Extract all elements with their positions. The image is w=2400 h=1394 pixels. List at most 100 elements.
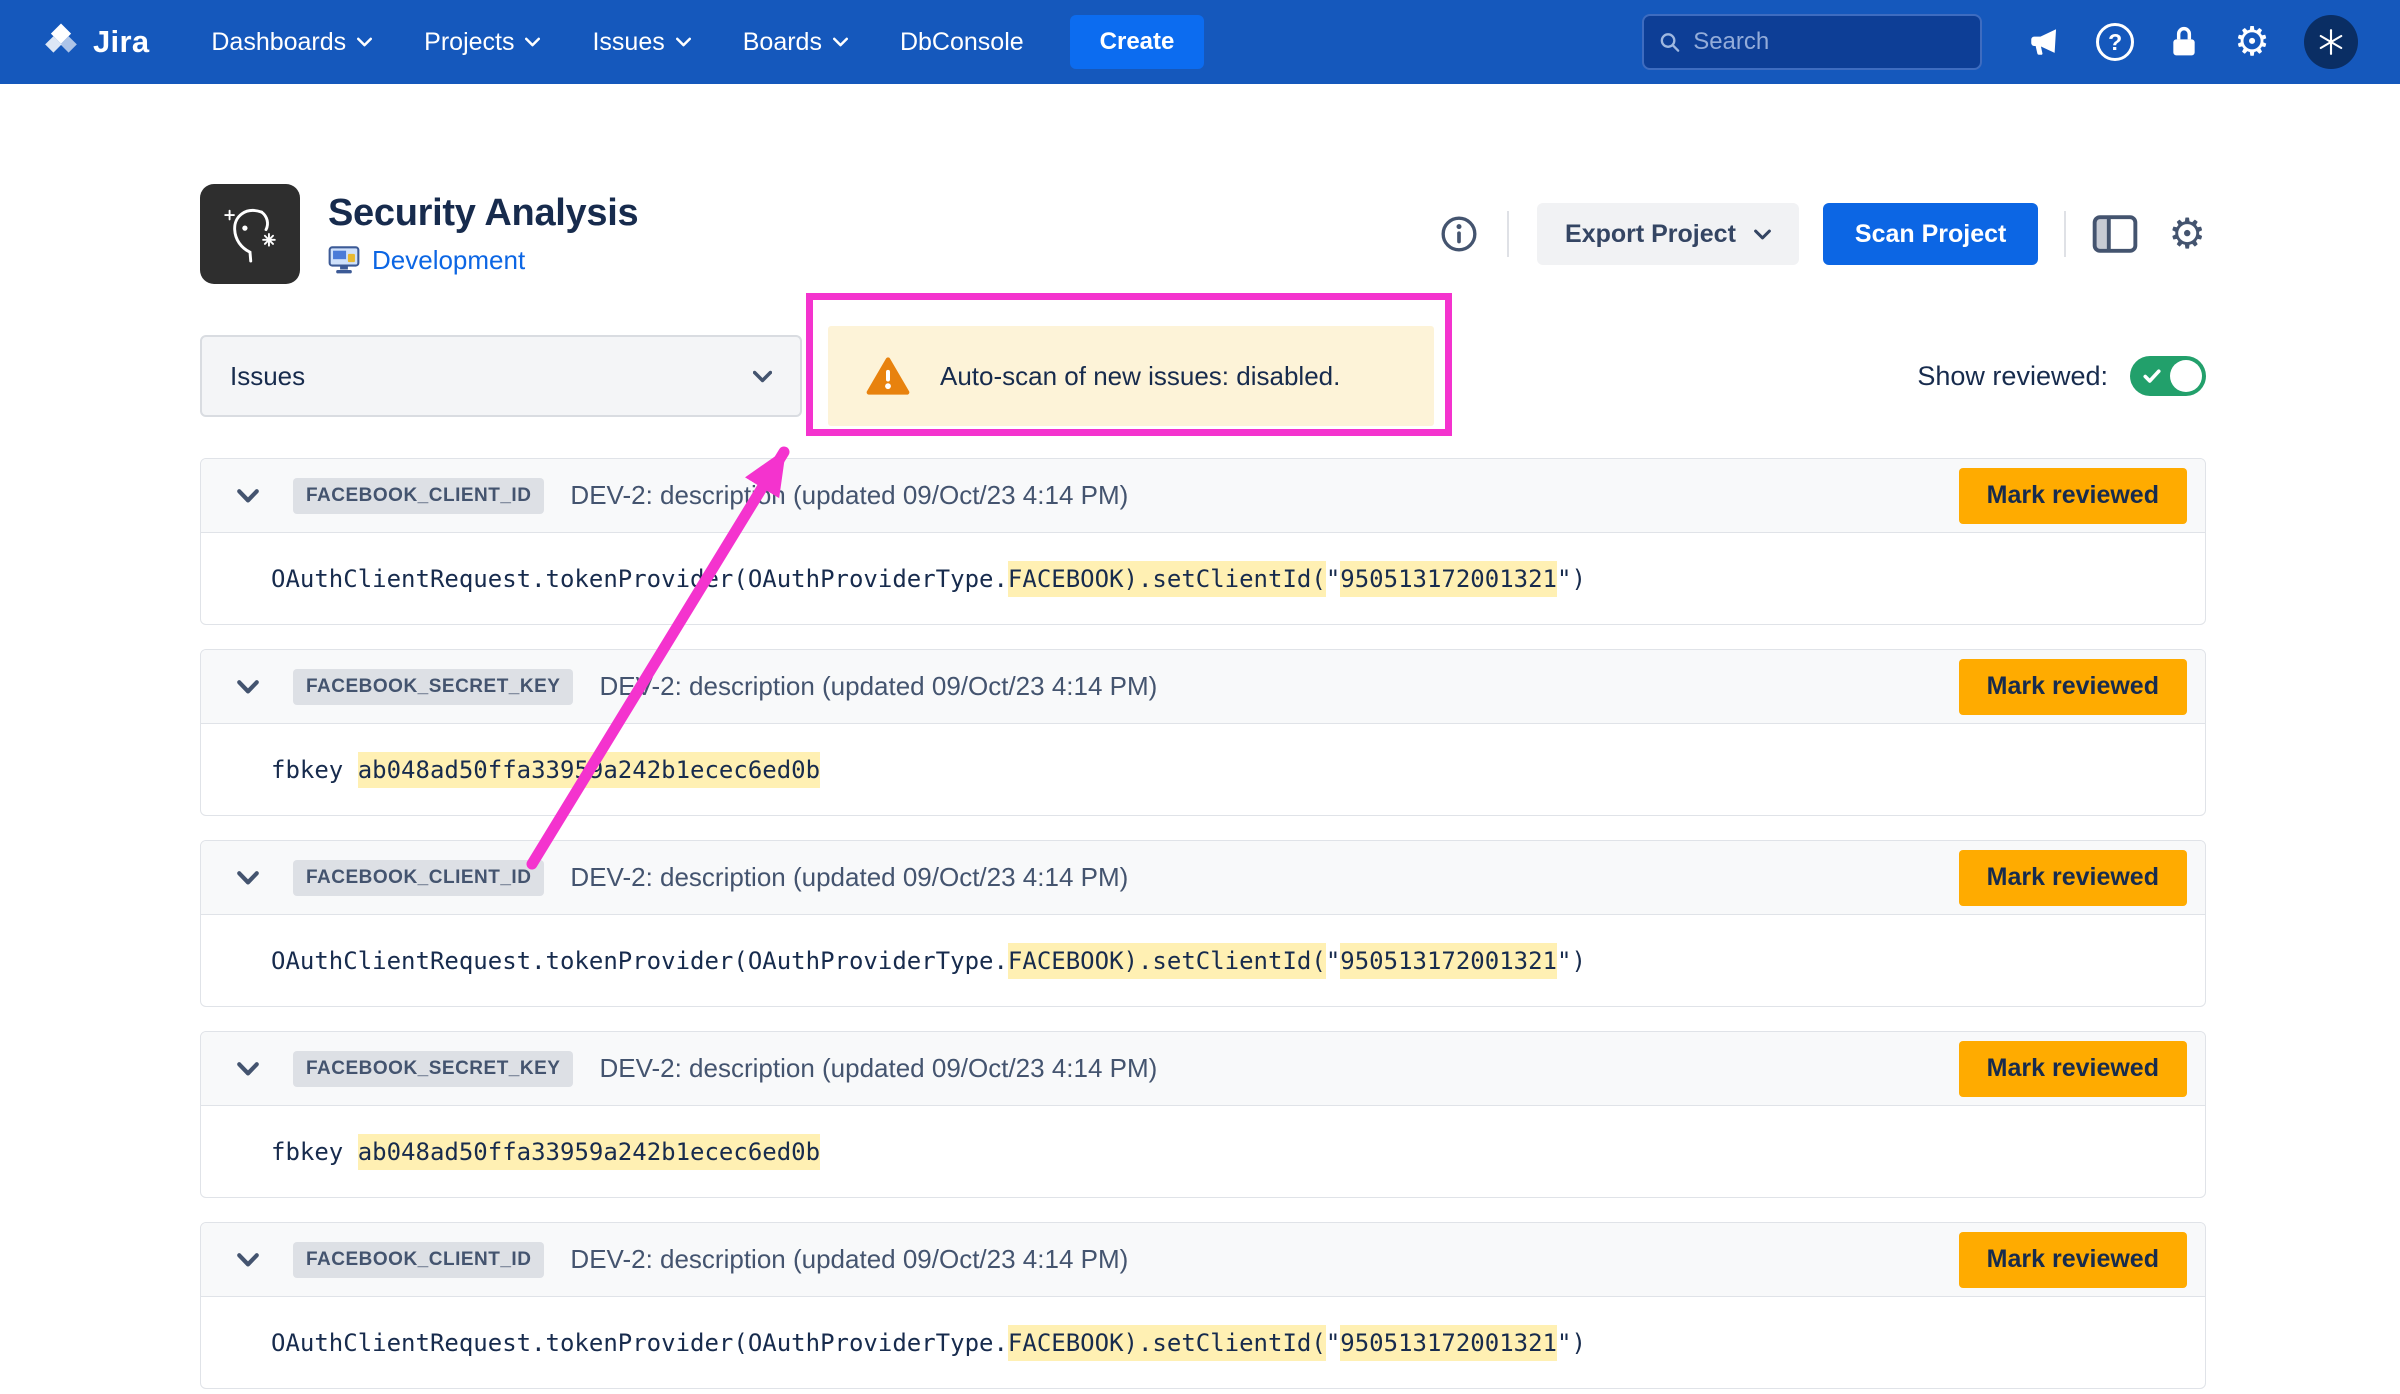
mark-reviewed-button[interactable]: Mark reviewed <box>1959 468 2187 524</box>
issue-title: DEV-2: description (updated 09/Oct/23 4:… <box>570 480 1128 511</box>
chevron-down-icon <box>525 37 540 47</box>
chevron-down-icon <box>833 37 848 47</box>
issue-group: FACEBOOK_SECRET_KEY DEV-2: description (… <box>200 1031 2206 1198</box>
issue-code: OAuthClientRequest.tokenProvider(OAuthPr… <box>271 947 1586 975</box>
project-link[interactable]: Development <box>372 245 525 276</box>
issue-code: OAuthClientRequest.tokenProvider(OAuthPr… <box>271 1329 1586 1357</box>
jira-logo-icon <box>42 21 80 64</box>
nav-item-boards[interactable]: Boards <box>743 28 848 57</box>
code-text: fbkey <box>271 756 358 784</box>
megaphone-icon <box>2026 25 2062 59</box>
divider <box>2064 211 2066 257</box>
user-avatar[interactable] <box>2304 15 2358 69</box>
issue-code: OAuthClientRequest.tokenProvider(OAuthPr… <box>271 565 1586 593</box>
security-lock-button[interactable] <box>2168 24 2200 60</box>
export-project-button[interactable]: Export Project <box>1537 203 1799 265</box>
gear-icon: ⚙ <box>2234 22 2270 62</box>
divider <box>1507 211 1509 257</box>
create-button[interactable]: Create <box>1070 15 1205 69</box>
show-reviewed-control: Show reviewed: <box>1917 356 2206 396</box>
code-highlight: FACEBOOK).setClientId( <box>1008 561 1326 597</box>
collapse-issue-button[interactable] <box>237 871 259 885</box>
issue-group: FACEBOOK_CLIENT_ID DEV-2: description (u… <box>200 458 2206 625</box>
code-highlight: FACEBOOK).setClientId( <box>1008 943 1326 979</box>
nav-item-projects[interactable]: Projects <box>424 28 540 57</box>
settings-button[interactable]: ⚙ <box>2234 22 2270 62</box>
project-header: Security Analysis Development Export Pro… <box>200 184 2206 284</box>
chevron-down-icon <box>237 871 259 885</box>
collapse-issue-button[interactable] <box>237 1253 259 1267</box>
chevron-down-icon <box>237 1062 259 1076</box>
nav-item-label: Issues <box>592 28 664 57</box>
code-highlight: ab048ad50ffa33959a242b1ecec6ed0b <box>358 752 820 788</box>
code-text: OAuthClientRequest.tokenProvider(OAuthPr… <box>271 1329 1008 1357</box>
issue-header: FACEBOOK_CLIENT_ID DEV-2: description (u… <box>201 1223 2205 1297</box>
nav-item-label: DbConsole <box>900 28 1024 57</box>
issues-filter-value: Issues <box>230 361 305 392</box>
issue-badge: FACEBOOK_CLIENT_ID <box>293 1242 544 1278</box>
show-reviewed-label: Show reviewed: <box>1917 361 2108 392</box>
issue-group: FACEBOOK_CLIENT_ID DEV-2: description (u… <box>200 1222 2206 1389</box>
jira-logo[interactable]: Jira <box>42 21 149 64</box>
show-reviewed-toggle[interactable] <box>2130 356 2206 396</box>
help-button[interactable]: ? <box>2096 23 2134 61</box>
mark-reviewed-button[interactable]: Mark reviewed <box>1959 659 2187 715</box>
lock-icon <box>2168 24 2200 60</box>
code-highlight: 950513172001321 <box>1340 561 1557 597</box>
scan-project-button[interactable]: Scan Project <box>1823 203 2038 265</box>
filter-row: Issues Auto-scan of new issues: disabled… <box>200 326 2206 426</box>
details-panel-button[interactable] <box>2092 214 2138 254</box>
issue-code: fbkey ab048ad50ffa33959a242b1ecec6ed0b <box>271 1138 820 1166</box>
info-icon <box>1439 214 1479 254</box>
issue-title: DEV-2: description (updated 09/Oct/23 4:… <box>599 671 1157 702</box>
code-text: OAuthClientRequest.tokenProvider(OAuthPr… <box>271 565 1008 593</box>
project-avatar-art <box>217 199 283 269</box>
announcements-button[interactable] <box>2026 25 2062 59</box>
autoscan-warning-banner: Auto-scan of new issues: disabled. <box>828 326 1434 426</box>
collapse-issue-button[interactable] <box>237 680 259 694</box>
gear-icon: ⚙ <box>2168 213 2206 255</box>
info-button[interactable] <box>1439 214 1479 254</box>
nav-item-issues[interactable]: Issues <box>592 28 690 57</box>
mark-reviewed-button[interactable]: Mark reviewed <box>1959 1041 2187 1097</box>
collapse-issue-button[interactable] <box>237 1062 259 1076</box>
workstation-icon <box>328 246 360 276</box>
issue-badge: FACEBOOK_SECRET_KEY <box>293 669 573 705</box>
search-icon <box>1658 29 1681 55</box>
issue-header: FACEBOOK_CLIENT_ID DEV-2: description (u… <box>201 459 2205 533</box>
code-highlight: ab048ad50ffa33959a242b1ecec6ed0b <box>358 1134 820 1170</box>
issues-filter-dropdown[interactable]: Issues <box>200 335 802 417</box>
issue-code: fbkey ab048ad50ffa33959a242b1ecec6ed0b <box>271 756 820 784</box>
toggle-knob <box>2170 360 2202 392</box>
issue-body: OAuthClientRequest.tokenProvider(OAuthPr… <box>201 1297 2205 1388</box>
autoscan-warning-text: Auto-scan of new issues: disabled. <box>940 361 1340 392</box>
mark-reviewed-button[interactable]: Mark reviewed <box>1959 1232 2187 1288</box>
collapse-issue-button[interactable] <box>237 489 259 503</box>
code-highlight: FACEBOOK).setClientId( <box>1008 1325 1326 1361</box>
project-settings-button[interactable]: ⚙ <box>2168 213 2206 255</box>
nav-item-dbconsole[interactable]: DbConsole <box>900 28 1024 57</box>
code-text: ") <box>1557 565 1586 593</box>
issue-body: OAuthClientRequest.tokenProvider(OAuthPr… <box>201 533 2205 624</box>
code-highlight: 950513172001321 <box>1340 943 1557 979</box>
warning-icon <box>866 356 910 396</box>
code-text: fbkey <box>271 1138 358 1166</box>
nav-menu: Dashboards Projects Issues Boards DbCons… <box>211 28 1023 57</box>
chevron-down-icon <box>237 1253 259 1267</box>
issue-title: DEV-2: description (updated 09/Oct/23 4:… <box>599 1053 1157 1084</box>
nav-item-label: Boards <box>743 28 822 57</box>
code-text: " <box>1326 565 1340 593</box>
issue-title: DEV-2: description (updated 09/Oct/23 4:… <box>570 1244 1128 1275</box>
mark-reviewed-button[interactable]: Mark reviewed <box>1959 850 2187 906</box>
avatar-snowflake-icon <box>2316 27 2346 57</box>
code-text: " <box>1326 1329 1340 1357</box>
issue-group: FACEBOOK_CLIENT_ID DEV-2: description (u… <box>200 840 2206 1007</box>
chevron-down-icon <box>676 37 691 47</box>
top-navigation: Jira Dashboards Projects Issues Boards D… <box>0 0 2400 84</box>
search-input[interactable] <box>1693 28 1966 56</box>
nav-item-dashboards[interactable]: Dashboards <box>211 28 372 57</box>
search-box[interactable] <box>1642 14 1982 70</box>
issue-header: FACEBOOK_CLIENT_ID DEV-2: description (u… <box>201 841 2205 915</box>
nav-item-label: Projects <box>424 28 514 57</box>
code-text: ") <box>1557 1329 1586 1357</box>
